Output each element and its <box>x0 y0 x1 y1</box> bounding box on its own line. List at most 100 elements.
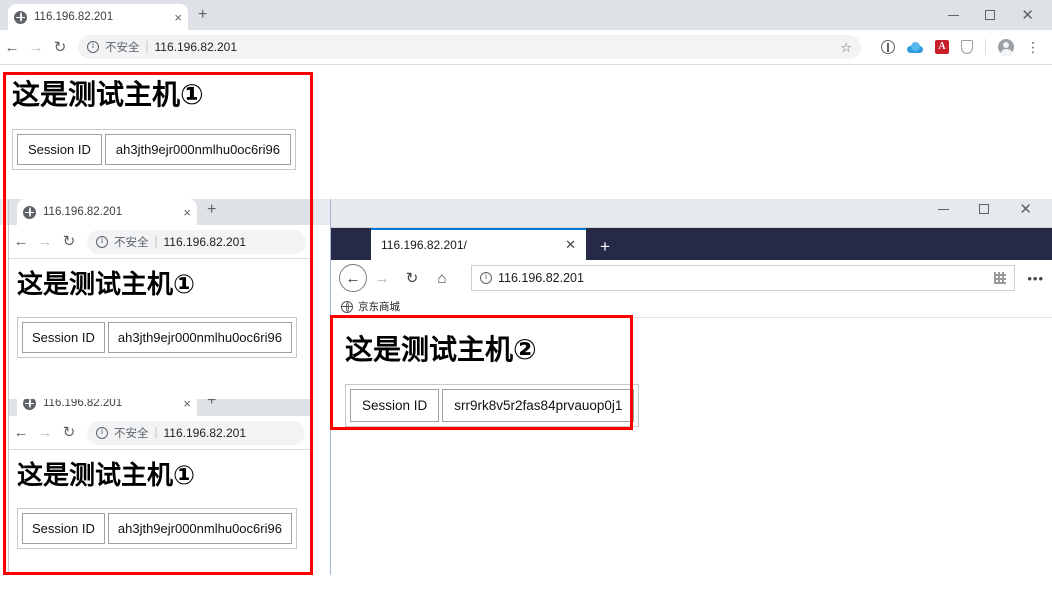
forward-button[interactable]: → <box>24 40 48 55</box>
chrome-toolbar: ← → ↻ 不安全 | 116.196.82.201 ☆ A ⋮ <box>0 30 1052 65</box>
security-warning-text: 不安全 <box>114 236 149 249</box>
browser-tab[interactable]: 116.196.82.201 × <box>17 199 197 225</box>
avatar[interactable] <box>998 39 1014 56</box>
omnibox-separator: | <box>154 235 158 248</box>
home-button[interactable]: ⌂ <box>427 270 457 287</box>
globe-icon <box>23 205 36 219</box>
page-heading: 这是测试主机② <box>345 333 537 366</box>
table-row: Session ID ah3jth9ejr000nmlhu0oc6ri96 <box>22 321 292 353</box>
session-id-value: srr9rk8v5r2fas84prvauop0j1 <box>442 389 635 423</box>
maximize-button[interactable] <box>979 204 990 214</box>
chrome-window-3[interactable]: 116.196.82.201 × + ← → ↻ 不安全 | 116.196.8… <box>8 386 313 587</box>
back-button[interactable]: ← <box>9 425 33 440</box>
session-id-label: Session ID <box>22 321 105 353</box>
page-heading: 这是测试主机① <box>17 461 196 491</box>
tab-title: 116.196.82.201 <box>43 206 123 218</box>
info-circle-icon[interactable] <box>87 40 99 53</box>
address-bar[interactable]: 不安全 | 116.196.82.201 ☆ <box>78 35 861 59</box>
page-content: 这是测试主机① Session ID ah3jth9ejr000nmlhu0oc… <box>0 65 1052 199</box>
shield-icon[interactable] <box>961 40 973 54</box>
new-tab-button[interactable]: + <box>198 7 207 23</box>
edge-toolbar: ← → ↻ ⌂ 116.196.82.201 ••• <box>331 260 1052 296</box>
globe-icon <box>14 10 27 24</box>
divider <box>985 39 986 55</box>
browser-tab[interactable]: 116.196.82.201/ ✕ <box>371 228 586 260</box>
chrome-tabstrip: 116.196.82.201 × + ✕ <box>0 0 1052 30</box>
session-table: Session ID ah3jth9ejr000nmlhu0oc6ri96 <box>19 509 295 547</box>
tab-title: 116.196.82.201/ <box>381 238 467 252</box>
reload-button[interactable]: ↻ <box>57 234 81 249</box>
kebab-menu-icon[interactable]: ⋮ <box>1026 40 1040 54</box>
info-circle-icon[interactable] <box>96 235 108 248</box>
page-content: 这是测试主机① Session ID ah3jth9ejr000nmlhu0oc… <box>9 450 313 587</box>
forward-button[interactable]: → <box>33 425 57 440</box>
address-bar[interactable]: 不安全 | 116.196.82.201 <box>87 420 305 445</box>
forward-button[interactable]: → <box>367 270 397 287</box>
reload-button[interactable]: ↻ <box>57 425 81 440</box>
url-text: 116.196.82.201 <box>163 234 247 249</box>
table-row: Session ID ah3jth9ejr000nmlhu0oc6ri96 <box>17 134 291 166</box>
session-id-value: ah3jth9ejr000nmlhu0oc6ri96 <box>104 134 291 166</box>
maximize-button[interactable] <box>985 10 996 20</box>
session-table-frame: Session ID srr9rk8v5r2fas84prvauop0j1 <box>345 384 640 428</box>
back-button[interactable]: ← <box>9 234 33 249</box>
close-icon[interactable]: × <box>170 11 182 24</box>
session-id-value: ah3jth9ejr000nmlhu0oc6ri96 <box>107 321 292 353</box>
globe-icon <box>341 300 353 313</box>
session-id-label: Session ID <box>22 512 105 544</box>
new-tab-button[interactable]: + <box>600 238 610 255</box>
page-heading: 这是测试主机① <box>12 78 204 111</box>
kebab-menu-icon[interactable]: ••• <box>1027 271 1044 286</box>
chrome-window-1[interactable]: 116.196.82.201 × + ✕ ← → ↻ 不安全 | 116.196… <box>0 0 1052 199</box>
security-warning-text: 不安全 <box>114 427 149 440</box>
table-row: Session ID ah3jth9ejr000nmlhu0oc6ri96 <box>22 512 292 544</box>
session-id-label: Session ID <box>17 134 102 166</box>
info-circle-icon[interactable] <box>96 426 108 439</box>
minimize-button[interactable] <box>948 14 960 16</box>
tab-title: 116.196.82.201 <box>34 11 114 23</box>
info-circle-icon[interactable] <box>480 271 492 284</box>
table-row: Session ID srr9rk8v5r2fas84prvauop0j1 <box>350 389 635 423</box>
favorite-item-label[interactable]: 京东商城 <box>358 299 400 314</box>
chrome-toolbar: ← → ↻ 不安全 | 116.196.82.201 <box>9 416 313 450</box>
acrobat-icon[interactable]: A <box>935 40 949 54</box>
page-content: 这是测试主机② Session ID srr9rk8v5r2fas84prvau… <box>331 318 1052 601</box>
session-table-frame: Session ID ah3jth9ejr000nmlhu0oc6ri96 <box>17 507 297 549</box>
close-icon[interactable]: × <box>179 206 191 219</box>
session-table: Session ID ah3jth9ejr000nmlhu0oc6ri96 <box>19 318 295 356</box>
edge-tabstrip: 116.196.82.201/ ✕ + <box>331 228 1052 260</box>
chrome-window-2-frame: 116.196.82.201 × + ← → ↻ 不安全 | 116.196.8… <box>8 195 314 399</box>
session-table: Session ID srr9rk8v5r2fas84prvauop0j1 <box>347 386 638 426</box>
address-bar[interactable]: 不安全 | 116.196.82.201 <box>87 229 306 254</box>
address-bar[interactable]: 116.196.82.201 <box>471 265 1016 291</box>
qr-code-icon[interactable] <box>994 272 1007 284</box>
favorites-bar: 京东商城 <box>331 296 1052 318</box>
close-button[interactable]: ✕ <box>1021 8 1034 23</box>
info-circle-icon[interactable] <box>881 40 895 54</box>
session-id-label: Session ID <box>350 389 440 423</box>
close-button[interactable]: ✕ <box>1019 202 1032 217</box>
star-icon[interactable]: ☆ <box>840 41 852 54</box>
security-warning-text: 不安全 <box>105 42 140 54</box>
chrome-toolbar: ← → ↻ 不安全 | 116.196.82.201 <box>9 225 314 259</box>
window-controls: ✕ <box>948 0 1052 30</box>
reload-button[interactable]: ↻ <box>48 40 72 55</box>
forward-button[interactable]: → <box>33 234 57 249</box>
edge-window[interactable]: ✕ 116.196.82.201/ ✕ + ← → ↻ ⌂ 116.196.82… <box>330 190 1052 601</box>
close-icon[interactable]: ✕ <box>565 237 576 253</box>
omnibox-separator: | <box>145 41 149 53</box>
browser-tab[interactable]: 116.196.82.201 × <box>8 4 188 30</box>
back-button[interactable]: ← <box>339 264 367 292</box>
session-id-value: ah3jth9ejr000nmlhu0oc6ri96 <box>107 512 292 544</box>
session-table-frame: Session ID ah3jth9ejr000nmlhu0oc6ri96 <box>12 129 296 171</box>
url-text: 116.196.82.201 <box>154 40 238 54</box>
page-content: 这是测试主机① Session ID ah3jth9ejr000nmlhu0oc… <box>9 259 314 399</box>
cloud-icon[interactable] <box>907 41 923 53</box>
url-text: 116.196.82.201 <box>163 425 247 440</box>
back-button[interactable]: ← <box>0 40 24 55</box>
toolbar-extension-icons: A ⋮ <box>875 39 1052 56</box>
reload-button[interactable]: ↻ <box>397 269 427 287</box>
session-table: Session ID ah3jth9ejr000nmlhu0oc6ri96 <box>14 131 294 169</box>
minimize-button[interactable] <box>938 208 950 210</box>
new-tab-button[interactable]: + <box>207 202 216 218</box>
